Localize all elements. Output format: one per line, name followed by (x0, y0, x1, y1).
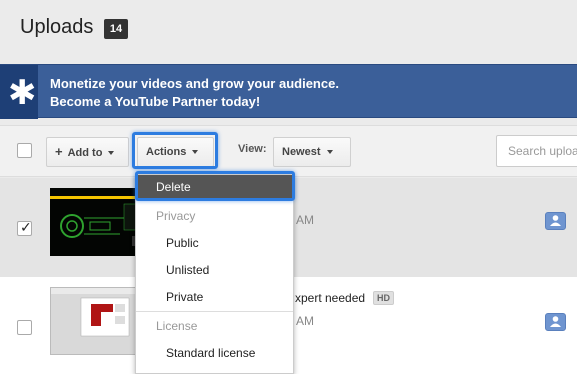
sort-label: Newest (282, 146, 321, 158)
actions-focus-ring (132, 132, 218, 169)
uploads-toolbar: + Add to Actions Newest (0, 125, 577, 177)
video-checkbox[interactable]: ✓ (17, 219, 32, 236)
video-thumbnail[interactable] (50, 188, 147, 256)
add-to-button[interactable]: + Add to (46, 137, 129, 167)
menu-item-standard-license[interactable]: Standard license (136, 346, 293, 360)
video-checkbox[interactable] (17, 320, 32, 335)
menu-header-license: License (156, 319, 198, 333)
banner-icon-tab: ✱ (0, 65, 38, 119)
menu-item-private[interactable]: Private (136, 290, 293, 304)
share-button[interactable] (545, 313, 566, 331)
partner-banner[interactable]: ✱ Monetize your videos and grow your aud… (0, 64, 577, 119)
video-thumbnail[interactable] (50, 287, 147, 355)
delete-focus-ring (135, 171, 295, 201)
plus-icon: + (55, 144, 63, 159)
chevron-down-icon (108, 151, 115, 156)
banner-text-line2: Become a YouTube Partner today! (50, 94, 261, 109)
asterisk-icon: ✱ (8, 74, 37, 112)
thumbnail-image (51, 288, 146, 354)
checkmark-icon: ✓ (20, 219, 32, 235)
banner-text-line1: Monetize your videos and grow your audie… (50, 76, 339, 91)
video-time: AM (296, 213, 314, 227)
page-title: Uploads (20, 16, 94, 38)
person-icon (550, 316, 561, 327)
menu-divider (136, 311, 293, 312)
chevron-down-icon (326, 150, 333, 155)
page-header: Uploads 14 (0, 0, 577, 58)
actions-menu: Delete Privacy Public Unlisted Private L… (135, 174, 294, 374)
person-icon (550, 215, 561, 226)
menu-item-unlisted[interactable]: Unlisted (136, 263, 293, 277)
search-input[interactable] (496, 135, 577, 167)
add-to-label: Add to (67, 147, 103, 159)
view-label: View: (238, 143, 267, 155)
video-time: AM (296, 314, 314, 328)
hd-badge: HD (373, 291, 394, 305)
menu-header-privacy: Privacy (156, 209, 196, 223)
select-all-checkbox[interactable] (17, 143, 32, 158)
upload-count-badge: 14 (104, 19, 128, 39)
sort-dropdown[interactable]: Newest (273, 137, 351, 167)
thumbnail-image (50, 188, 147, 256)
video-title[interactable]: xpert needed (295, 291, 365, 305)
share-button[interactable] (545, 212, 566, 230)
menu-item-public[interactable]: Public (136, 236, 293, 250)
